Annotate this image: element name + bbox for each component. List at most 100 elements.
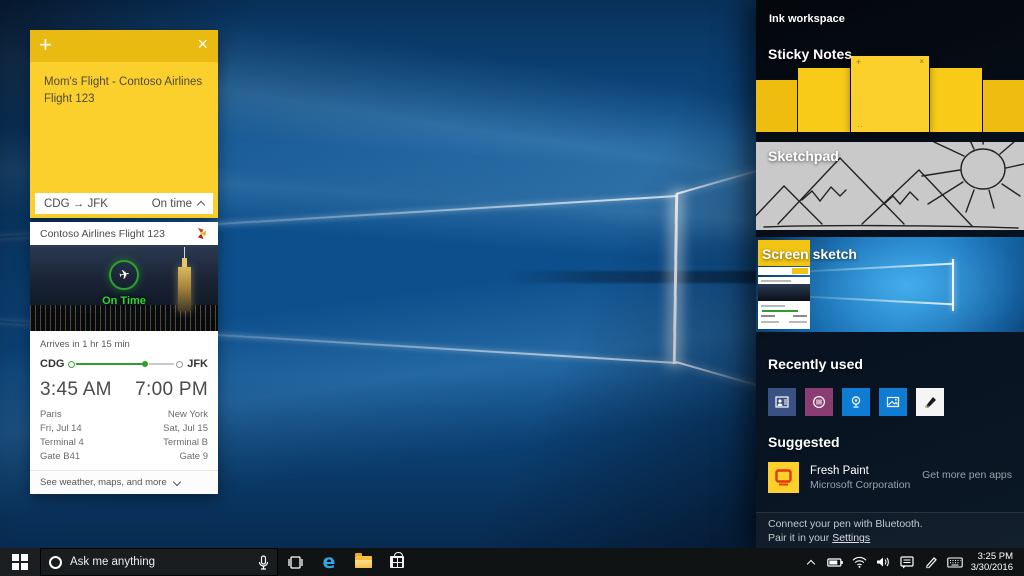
origin-date: Fri, Jul 14	[40, 422, 84, 436]
arrival-time: 7:00 PM	[135, 379, 208, 401]
edge-icon: e	[323, 551, 336, 573]
origin-gate: Gate B41	[40, 450, 84, 464]
microphone-icon[interactable]	[258, 555, 269, 570]
taskbar: e	[0, 548, 1024, 576]
taskbar-clock[interactable]: 3:25 PM 3/30/2016	[967, 551, 1019, 573]
flight-route-text: CDG → JFK	[44, 198, 108, 210]
empire-state-top	[182, 258, 187, 267]
airplane-icon: ✈	[117, 266, 131, 284]
departure-time: 3:45 AM	[40, 379, 112, 401]
windows-desktop-screen: + × Mom's Flight - Contoso Airlines Flig…	[0, 0, 1024, 576]
contact-app-tile[interactable]	[768, 388, 796, 416]
arrival-note: Arrives in 1 hr 15 min	[40, 339, 208, 350]
action-center-button[interactable]	[895, 548, 919, 576]
task-view-button[interactable]	[278, 548, 312, 576]
screen-sketch-tile[interactable]: Screen sketch	[756, 237, 1024, 332]
mini-status-chip	[792, 268, 808, 274]
flight-details: Arrives in 1 hr 15 min CDG JFK 3:45 AM 7…	[30, 331, 218, 470]
pen-app-tile[interactable]	[916, 388, 944, 416]
destination-terminal: Terminal B	[163, 436, 208, 450]
sketchpad-tile[interactable]: Sketchpad	[756, 142, 1024, 230]
pen-hint-prefix: Pair it in your	[768, 532, 832, 544]
pen-app-icon	[921, 393, 939, 411]
close-note-icon[interactable]: ×	[197, 34, 208, 55]
pen-pairing-hint: Connect your pen with Bluetooth. Pair it…	[756, 512, 1024, 548]
photos-app-icon	[886, 395, 900, 409]
action-center-icon	[900, 556, 914, 569]
preview-note-front: + × ..	[851, 56, 929, 132]
get-more-pen-apps-link[interactable]: Get more pen apps	[922, 469, 1012, 481]
add-note-icon[interactable]: +	[39, 32, 52, 58]
origin-info: Paris Fri, Jul 14 Terminal 4 Gate B41	[40, 408, 84, 464]
system-tray: 3:25 PM 3/30/2016	[799, 548, 1024, 576]
tray-overflow-button[interactable]	[799, 548, 823, 576]
file-explorer-icon	[355, 556, 372, 568]
camera-app-tile[interactable]	[842, 388, 870, 416]
ink-workspace-panel: Ink workspace Sticky Notes + × ..	[756, 0, 1024, 548]
store-button[interactable]	[380, 548, 414, 576]
onenote-app-tile[interactable]	[805, 388, 833, 416]
camera-app-icon	[849, 395, 863, 409]
suggested-section-label: Suggested	[768, 434, 840, 450]
mini-city-photo	[758, 284, 810, 301]
mini-flight-card	[758, 277, 810, 329]
origin-terminal: Terminal 4	[40, 436, 84, 450]
flight-status-badge: ✈	[109, 260, 139, 290]
mini-wallpaper-window-edge	[952, 259, 954, 311]
sticky-note-header: + ×	[30, 30, 218, 62]
windows-logo-icon	[12, 554, 28, 570]
wifi-indicator[interactable]	[847, 548, 871, 576]
flight-progress-track	[68, 360, 183, 369]
volume-indicator[interactable]	[871, 548, 895, 576]
flight-info-card[interactable]: Contoso Airlines Flight 123 ✈ On Time Ar	[30, 222, 218, 494]
chevron-up-icon[interactable]	[197, 201, 205, 209]
touch-keyboard-button[interactable]	[943, 548, 967, 576]
flight-insight-strip[interactable]: CDG → JFK On time	[35, 193, 213, 214]
sketchpad-section-label: Sketchpad	[768, 148, 839, 164]
wifi-icon	[852, 556, 867, 568]
mini-add-icon: +	[856, 57, 861, 67]
pen-settings-button[interactable]	[919, 548, 943, 576]
fresh-paint-icon	[768, 462, 799, 493]
on-time-label: On Time	[30, 295, 218, 307]
airline-logo-icon	[195, 227, 208, 240]
progress-elapsed	[76, 363, 145, 365]
flight-destination-photo: ✈ On Time	[30, 245, 218, 331]
empire-state-spire	[184, 247, 185, 258]
mini-progress-line	[762, 310, 798, 312]
flight-progress: CDG JFK	[40, 358, 208, 370]
cortana-icon	[49, 556, 62, 569]
edge-browser-button[interactable]: e	[312, 548, 346, 576]
pen-hint-line1: Connect your pen with Bluetooth.	[768, 517, 1012, 531]
suggested-app-row[interactable]: Fresh Paint Microsoft Corporation Get mo…	[768, 462, 1012, 493]
ink-workspace-title: Ink workspace	[769, 13, 845, 25]
contact-app-icon	[775, 395, 789, 409]
photos-app-tile[interactable]	[879, 388, 907, 416]
flight-status-text: On time	[152, 198, 192, 210]
search-input[interactable]	[70, 556, 250, 568]
battery-icon	[827, 558, 843, 567]
clock-time: 3:25 PM	[967, 551, 1013, 562]
flight-card-title: Contoso Airlines Flight 123	[40, 228, 165, 240]
cortana-search-box[interactable]	[40, 548, 278, 576]
destination-city: New York	[163, 408, 208, 422]
see-more-link[interactable]: See weather, maps, and more	[30, 470, 218, 494]
battery-indicator[interactable]	[823, 548, 847, 576]
mini-note-dots: ..	[857, 120, 863, 129]
chevron-down-icon	[173, 477, 181, 485]
start-button[interactable]	[0, 548, 40, 576]
speaker-icon	[876, 556, 890, 568]
preview-note	[983, 80, 1024, 132]
chevron-up-icon	[807, 559, 815, 567]
file-explorer-button[interactable]	[346, 548, 380, 576]
sticky-note-text[interactable]: Mom's Flight - Contoso Airlines Flight 1…	[30, 62, 218, 119]
destination-point-icon	[176, 361, 183, 368]
mini-wallpaper-ray	[786, 263, 954, 273]
settings-link[interactable]: Settings	[832, 532, 870, 544]
suggested-app-publisher: Microsoft Corporation	[810, 479, 910, 491]
sticky-note[interactable]: + × Mom's Flight - Contoso Airlines Flig…	[30, 30, 218, 218]
clock-date: 3/30/2016	[967, 562, 1013, 573]
onenote-app-icon	[812, 395, 826, 409]
sticky-notes-preview[interactable]: + × ..	[756, 56, 1024, 132]
destination-date: Sat, Jul 15	[163, 422, 208, 436]
